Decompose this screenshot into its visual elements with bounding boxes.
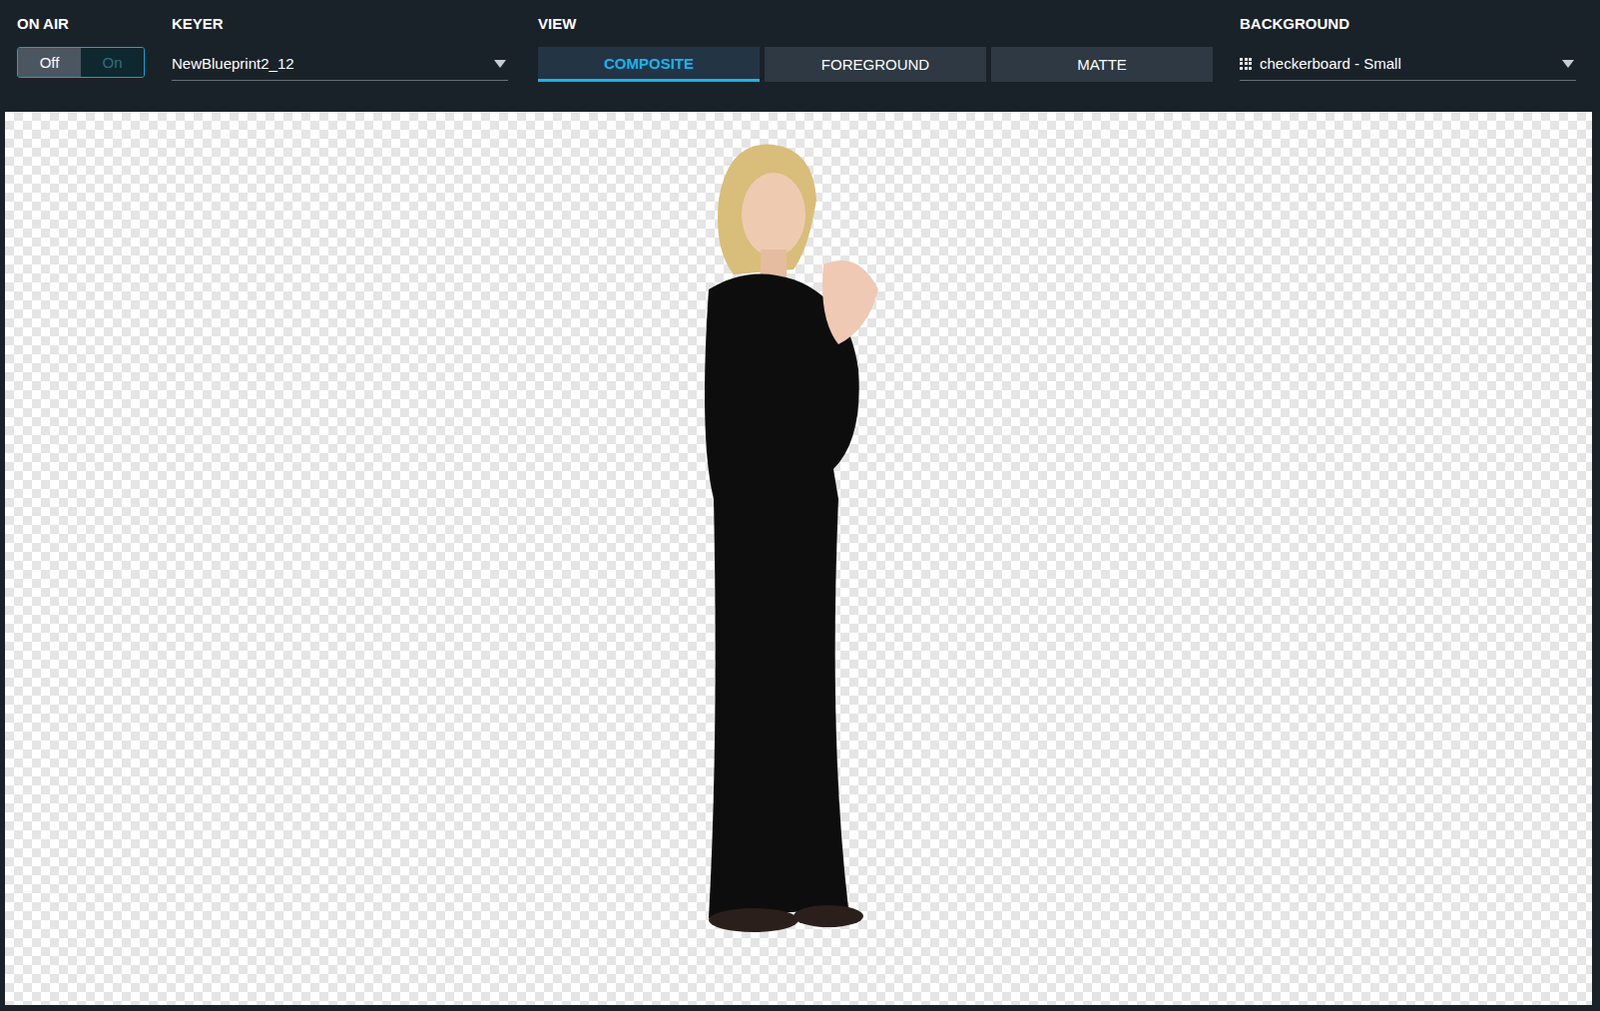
person-figure [698, 139, 889, 939]
background-section: BACKGROUND checkerboard - Small [1239, 13, 1600, 112]
on-air-section: ON AIR OffOn [16, 13, 172, 112]
view-section: VIEW COMPOSITEFOREGROUNDMATTE [537, 13, 1240, 112]
view-tab[interactable]: FOREGROUND [764, 46, 987, 82]
dropdown-arrow-icon [494, 59, 507, 68]
keyer-section: KEYER NewBlueprint2_12 [171, 13, 538, 112]
background-label: BACKGROUND [1239, 13, 1600, 34]
background-value: checkerboard - Small [1259, 54, 1555, 72]
preview-frame [0, 111, 1600, 1011]
keyer-dropdown[interactable]: NewBlueprint2_12 [171, 46, 509, 81]
dropdown-arrow-icon [1562, 59, 1575, 68]
grid-icon [1239, 57, 1252, 70]
view-tab[interactable]: COMPOSITE [537, 46, 760, 82]
view-label: VIEW [537, 13, 1240, 34]
on-air-toggle[interactable]: OffOn [16, 46, 145, 78]
toggle-option[interactable]: Off [17, 47, 81, 77]
toolbar: ON AIR OffOn KEYER NewBlueprint2_12 VIEW COMP… [0, 0, 1600, 112]
background-dropdown[interactable]: checkerboard - Small [1239, 46, 1577, 81]
keyer-label: KEYER [171, 13, 538, 34]
keyer-value: NewBlueprint2_12 [171, 54, 487, 72]
preview-canvas [4, 111, 1593, 1006]
toggle-option[interactable]: On [80, 47, 144, 77]
view-tab[interactable]: MATTE [991, 46, 1213, 82]
view-tabs: COMPOSITEFOREGROUNDMATTE [537, 46, 1240, 82]
on-air-label: ON AIR [16, 13, 172, 34]
keyer-app: ON AIR OffOn KEYER NewBlueprint2_12 VIEW COMP… [0, 0, 1600, 1011]
